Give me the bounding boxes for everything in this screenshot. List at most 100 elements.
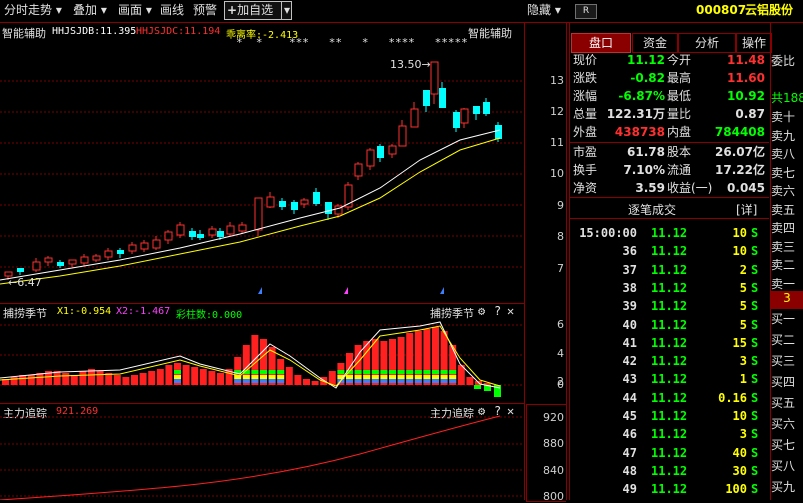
orderbook-sell-level[interactable]: 卖十 <box>771 108 803 126</box>
menu-time-chart[interactable]: 分时走势 ▾ <box>4 2 62 19</box>
trade-row: 47 11.12 40 S <box>571 444 769 462</box>
hide-button[interactable]: 隐藏 ▾ <box>527 2 561 19</box>
orderbook-sell-level[interactable]: 卖三 <box>771 238 803 256</box>
orderbook-sell-level[interactable]: 卖二 <box>771 256 803 274</box>
trade-side: S <box>751 482 759 497</box>
orderbook-buy-level[interactable]: 买一 <box>771 310 803 328</box>
quote-value: -6.87% <box>618 89 665 103</box>
trade-volume: 5 <box>739 317 747 332</box>
menu-screen[interactable]: 画面 ▾ <box>118 2 152 19</box>
orderbook-buy-level[interactable]: 买二 <box>771 331 803 349</box>
y-tick: 10 <box>550 167 564 180</box>
tab-bar: 盘口 资金 分析 操作 <box>570 33 772 53</box>
trade-side: S <box>751 335 759 350</box>
trade-row: 15:00:00 11.12 10 S <box>571 224 769 242</box>
quote-label: 涨幅 <box>573 89 598 103</box>
quote-value: -0.82 <box>630 71 665 85</box>
trade-row: 37 11.12 2 S <box>571 261 769 279</box>
quote-value: 11.60 <box>727 71 765 85</box>
quote-value: 3.59 <box>635 181 665 195</box>
quote-label: 今开 <box>667 53 692 67</box>
sub2-y-tick: 840 <box>543 464 564 477</box>
orderbook-buy-level[interactable]: 买四 <box>771 373 803 391</box>
trades-header: 逐笔成交 [详] <box>570 200 769 217</box>
sell-total: 共188 <box>771 91 803 105</box>
tab-funds[interactable]: 资金 <box>632 33 678 53</box>
trade-row: 41 11.12 15 S <box>571 334 769 352</box>
trade-side: S <box>751 262 759 277</box>
tab-handicap[interactable]: 盘口 <box>571 33 631 53</box>
chevron-down-icon: ▾ <box>554 3 561 17</box>
quote-value: 10.92 <box>727 89 765 103</box>
trade-price: 11.12 <box>651 262 688 277</box>
trade-side: S <box>751 372 759 387</box>
orderbook-sell-level[interactable]: 卖九 <box>771 127 803 145</box>
orderbook-sell-level[interactable]: 卖四 <box>771 219 803 237</box>
trade-volume: 10 <box>732 244 747 259</box>
trades-detail-link[interactable]: [详] <box>736 201 757 218</box>
trade-volume: 0.16 <box>718 390 747 405</box>
quote-value: 122.31万 <box>606 107 665 121</box>
trade-volume: 5 <box>739 280 747 295</box>
quote-label: 量比 <box>667 107 692 121</box>
orderbook-sell-level[interactable]: 卖一 <box>771 275 803 293</box>
y-tick: 12 <box>550 105 564 118</box>
quote-value: 7.10% <box>623 163 665 177</box>
orderbook-gap: 3 <box>771 291 803 309</box>
orderbook-buy-level[interactable]: 买三 <box>771 352 803 370</box>
trade-price: 11.12 <box>651 335 688 350</box>
trade-row: 45 11.12 10 S <box>571 407 769 425</box>
r-badge-icon[interactable]: R <box>575 4 597 19</box>
quote-label: 股本 <box>667 145 692 159</box>
trade-side: S <box>751 226 759 240</box>
quote-value: 438738 <box>614 125 665 139</box>
sub1-y-tick: 6 <box>557 318 564 331</box>
menu-draw-line[interactable]: 画线 <box>160 2 184 19</box>
sub1-chart[interactable] <box>0 304 524 403</box>
orderbook-sell-level[interactable]: 卖五 <box>771 201 803 219</box>
quote-value: 26.07亿 <box>715 145 765 159</box>
trade-side: S <box>751 463 759 478</box>
trade-price: 11.12 <box>651 280 688 295</box>
tab-operate[interactable]: 操作 <box>736 33 772 53</box>
trade-time: 40 <box>622 317 637 332</box>
sub1-y-tick: 0 <box>557 378 564 391</box>
trade-price: 11.12 <box>651 354 688 369</box>
orderbook-buy-level[interactable]: 买七 <box>771 436 803 454</box>
orderbook-buy-level[interactable]: 买六 <box>771 415 803 433</box>
trade-price: 11.12 <box>651 244 688 259</box>
quote-label: 内盘 <box>667 125 692 139</box>
orderbook-sell-level[interactable]: 卖八 <box>771 145 803 163</box>
trade-row: 49 11.12 100 S <box>571 480 769 498</box>
orderbook-sell-level[interactable]: 卖六 <box>771 182 803 200</box>
menu-alert[interactable]: 预警 <box>193 2 217 19</box>
trade-time: 39 <box>622 299 637 314</box>
add-watchlist-button[interactable]: +加自选 ▾ <box>224 1 292 20</box>
quote-value: 17.22亿 <box>715 163 765 177</box>
sub2-chart[interactable] <box>0 404 524 500</box>
sub1-y-tick: 4 <box>557 347 564 360</box>
trade-row: 46 11.12 3 S <box>571 425 769 443</box>
trade-price: 11.12 <box>651 317 688 332</box>
trade-price: 11.12 <box>651 226 688 240</box>
svg-text:13.50→: 13.50→ <box>390 58 431 71</box>
trade-price: 11.12 <box>651 409 688 423</box>
trade-row: 48 11.12 30 S <box>571 462 769 480</box>
orderbook-buy-level[interactable]: 买五 <box>771 394 803 412</box>
orderbook-buy-level[interactable]: 买九 <box>771 478 803 496</box>
trade-volume: 100 <box>725 482 747 497</box>
tab-analysis[interactable]: 分析 <box>678 33 736 53</box>
kline-chart[interactable]: 13.50→ ←6.47 <box>0 22 524 303</box>
chevron-down-icon[interactable]: ▾ <box>280 2 290 19</box>
orderbook-buy-level[interactable]: 买八 <box>771 457 803 475</box>
trade-time: 37 <box>622 262 637 277</box>
trade-row: 36 11.12 10 S <box>571 242 769 260</box>
quote-label: 涨跌 <box>573 71 598 85</box>
trade-side: S <box>751 280 759 295</box>
trade-row: 40 11.12 5 S <box>571 316 769 334</box>
quote-label: 换手 <box>573 163 598 177</box>
menu-overlay[interactable]: 叠加 ▾ <box>73 2 107 19</box>
trade-row: 43 11.12 1 S <box>571 370 769 388</box>
trade-volume: 5 <box>739 299 747 314</box>
orderbook-sell-level[interactable]: 卖七 <box>771 164 803 182</box>
